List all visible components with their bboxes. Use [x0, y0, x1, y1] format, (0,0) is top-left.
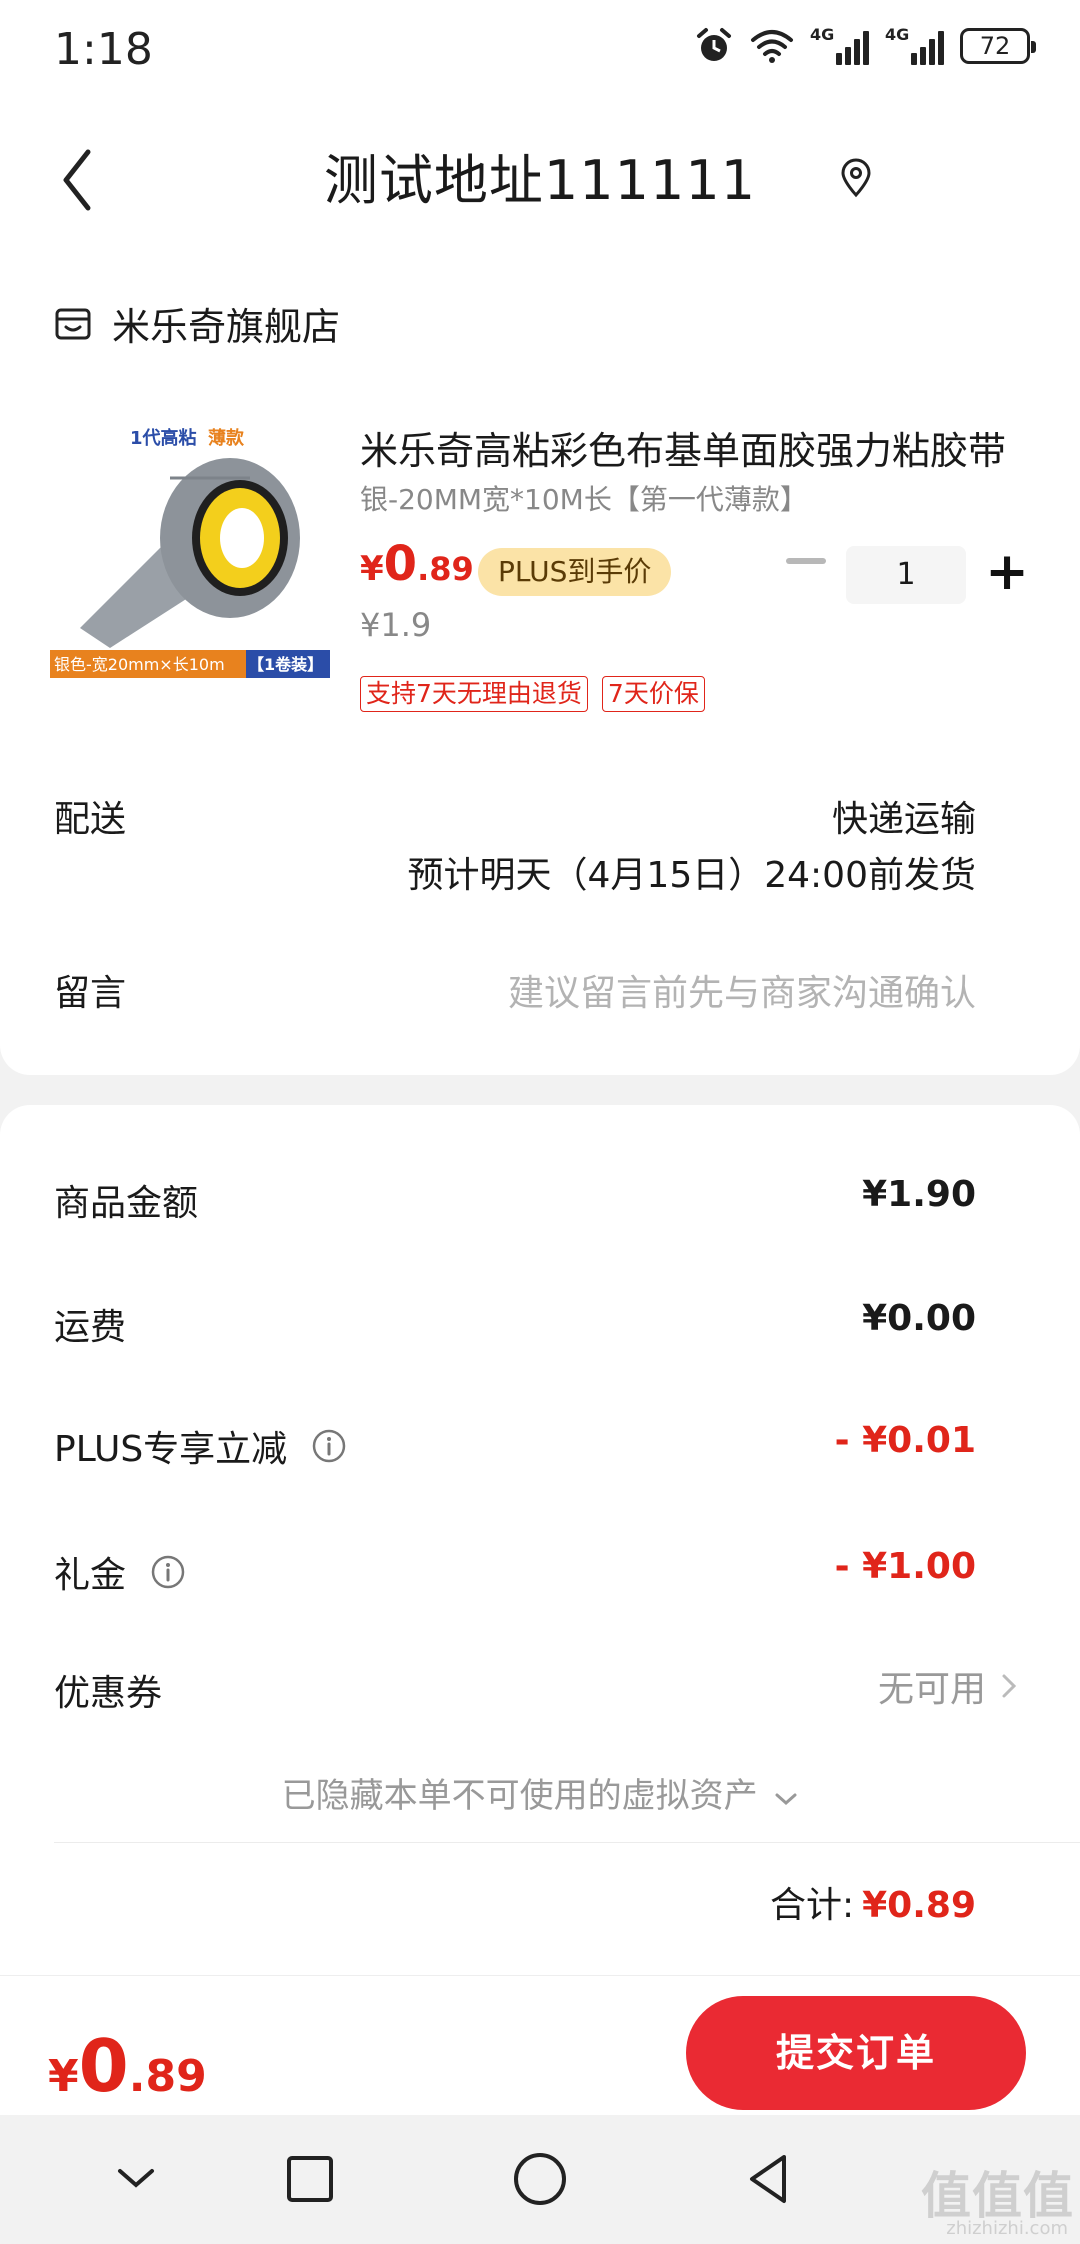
memo-input[interactable]: 建议留言前先与商家沟通确认 — [508, 964, 976, 1016]
network-type-label: 4G — [810, 25, 835, 44]
delivery-estimate: 预计明天（4月15日）24:00前发货 — [407, 855, 976, 896]
delivery-address-title[interactable]: 测试地址111111 — [0, 136, 1080, 215]
page-header: 测试地址111111 — [0, 100, 1080, 270]
product-image-banner-tag: 【1卷装】 — [248, 655, 323, 674]
nav-recents-icon[interactable] — [280, 2149, 340, 2209]
chevron-down-icon — [775, 1793, 797, 1806]
final-price-yen: ¥ — [48, 2051, 79, 2102]
submit-order-button[interactable]: 提交订单 — [686, 1996, 1026, 2110]
total-value: ¥0.89 — [862, 1885, 976, 1926]
wifi-icon — [751, 30, 793, 63]
alarm-icon — [697, 28, 731, 61]
plus-discount-label-text: PLUS专享立减 — [54, 1429, 288, 1470]
hidden-assets-text: 已隐藏本单不可使用的虚拟资产 — [281, 1776, 758, 1816]
product-price: ¥0.89 — [360, 536, 474, 592]
total-row: 合计: ¥0.89 — [770, 1876, 976, 1928]
system-nav-bar — [0, 2115, 1080, 2244]
status-bar: 1:18 4G 4G 72 — [0, 0, 1080, 100]
order-card: 米乐奇旗舰店 1代高粘 薄款 银色-宽20mm×长10m 【1卷装】 米乐奇高粘… — [0, 270, 1080, 1075]
final-price-int: 0 — [78, 2024, 129, 2108]
cellular-signal-icon: 4G — [810, 25, 869, 65]
shipping-value: ¥0.00 — [862, 1298, 976, 1339]
plus-price-badge: PLUS到手价 — [478, 548, 672, 596]
delivery-label: 配送 — [54, 799, 127, 840]
watermark-url: zhizhizhi.com — [946, 2218, 1068, 2239]
checkout-bar: ¥0.89 提交订单 — [0, 1975, 1080, 2115]
service-tag-price-protect: 7天价保 — [601, 676, 705, 712]
product-image[interactable]: 1代高粘 薄款 银色-宽20mm×长10m 【1卷装】 — [50, 418, 330, 688]
nav-home-icon[interactable] — [510, 2149, 570, 2209]
price-dec: .89 — [417, 550, 474, 588]
coupon-selector[interactable]: 无可用 — [878, 1660, 1018, 1712]
quantity-input[interactable]: 1 — [846, 546, 966, 604]
original-price: ¥1.9 — [360, 606, 432, 644]
plus-discount-value: - ¥0.01 — [834, 1420, 976, 1461]
minus-icon — [786, 558, 826, 564]
gift-money-label: 礼金 — [54, 1546, 186, 1598]
info-icon[interactable] — [150, 1554, 186, 1590]
goods-amount-label-text: 商品金额 — [54, 1183, 199, 1224]
goods-amount-value: ¥1.90 — [862, 1174, 976, 1215]
network-type-label-2: 4G — [885, 25, 910, 44]
nav-back-icon[interactable] — [740, 2149, 800, 2209]
cellular-signal-icon-2: 4G — [885, 25, 944, 65]
service-tags: 支持7天无理由退货 7天价保 — [360, 676, 705, 712]
shipping-label: 运费 — [54, 1298, 126, 1350]
delivery-method[interactable]: 快递运输 — [832, 790, 976, 842]
product-image-banner-bottom: 银色-宽20mm×长10m — [54, 655, 225, 674]
store-icon — [55, 308, 91, 339]
location-pin-icon[interactable] — [838, 158, 874, 198]
product-spec[interactable]: 银-20MM宽*10M长【第一代薄款】 — [360, 478, 808, 518]
product-title[interactable]: 米乐奇高粘彩色布基单面胶强力粘胶带 — [360, 420, 1030, 475]
gift-money-label-text: 礼金 — [54, 1555, 127, 1596]
quantity-increase-button[interactable]: + — [985, 540, 1029, 604]
service-tag-return: 支持7天无理由退货 — [360, 676, 588, 712]
goods-amount-label: 商品金额 — [54, 1174, 198, 1226]
plus-discount-label: PLUS专享立减 — [54, 1420, 347, 1472]
hidden-assets-toggle[interactable]: 已隐藏本单不可使用的虚拟资产 — [0, 1768, 1080, 1817]
divider — [54, 1842, 1080, 1843]
product-image-banner-accent: 薄款 — [208, 427, 245, 449]
status-icons: 4G 4G 72 — [694, 25, 1036, 66]
shop-row[interactable]: 米乐奇旗舰店 — [54, 296, 340, 351]
status-time: 1:18 — [54, 24, 153, 75]
total-label: 合计: — [769, 1885, 855, 1926]
battery-icon: 72 — [960, 28, 1036, 64]
coupon-label: 优惠券 — [54, 1664, 162, 1716]
memo-label: 留言 — [54, 973, 127, 1014]
product-image-banner-top: 1代高粘 — [130, 427, 197, 449]
coupon-label-text: 优惠券 — [54, 1673, 163, 1714]
coupon-value: 无可用 — [877, 1669, 986, 1710]
chevron-right-icon — [1002, 1674, 1017, 1698]
info-icon[interactable] — [311, 1428, 347, 1464]
price-summary-card — [0, 1105, 1080, 1975]
nav-collapse-icon[interactable] — [106, 2149, 166, 2209]
final-price-dec: .89 — [128, 2051, 207, 2102]
quantity-decrease-button[interactable] — [772, 532, 838, 592]
final-price: ¥0.89 — [48, 2024, 207, 2108]
price-int: 0 — [383, 536, 418, 592]
shop-name: 米乐奇旗舰店 — [112, 305, 341, 349]
price-yen: ¥ — [360, 549, 384, 589]
shipping-label-text: 运费 — [54, 1307, 127, 1348]
battery-level: 72 — [979, 32, 1011, 60]
gift-money-value: - ¥1.00 — [834, 1546, 976, 1587]
